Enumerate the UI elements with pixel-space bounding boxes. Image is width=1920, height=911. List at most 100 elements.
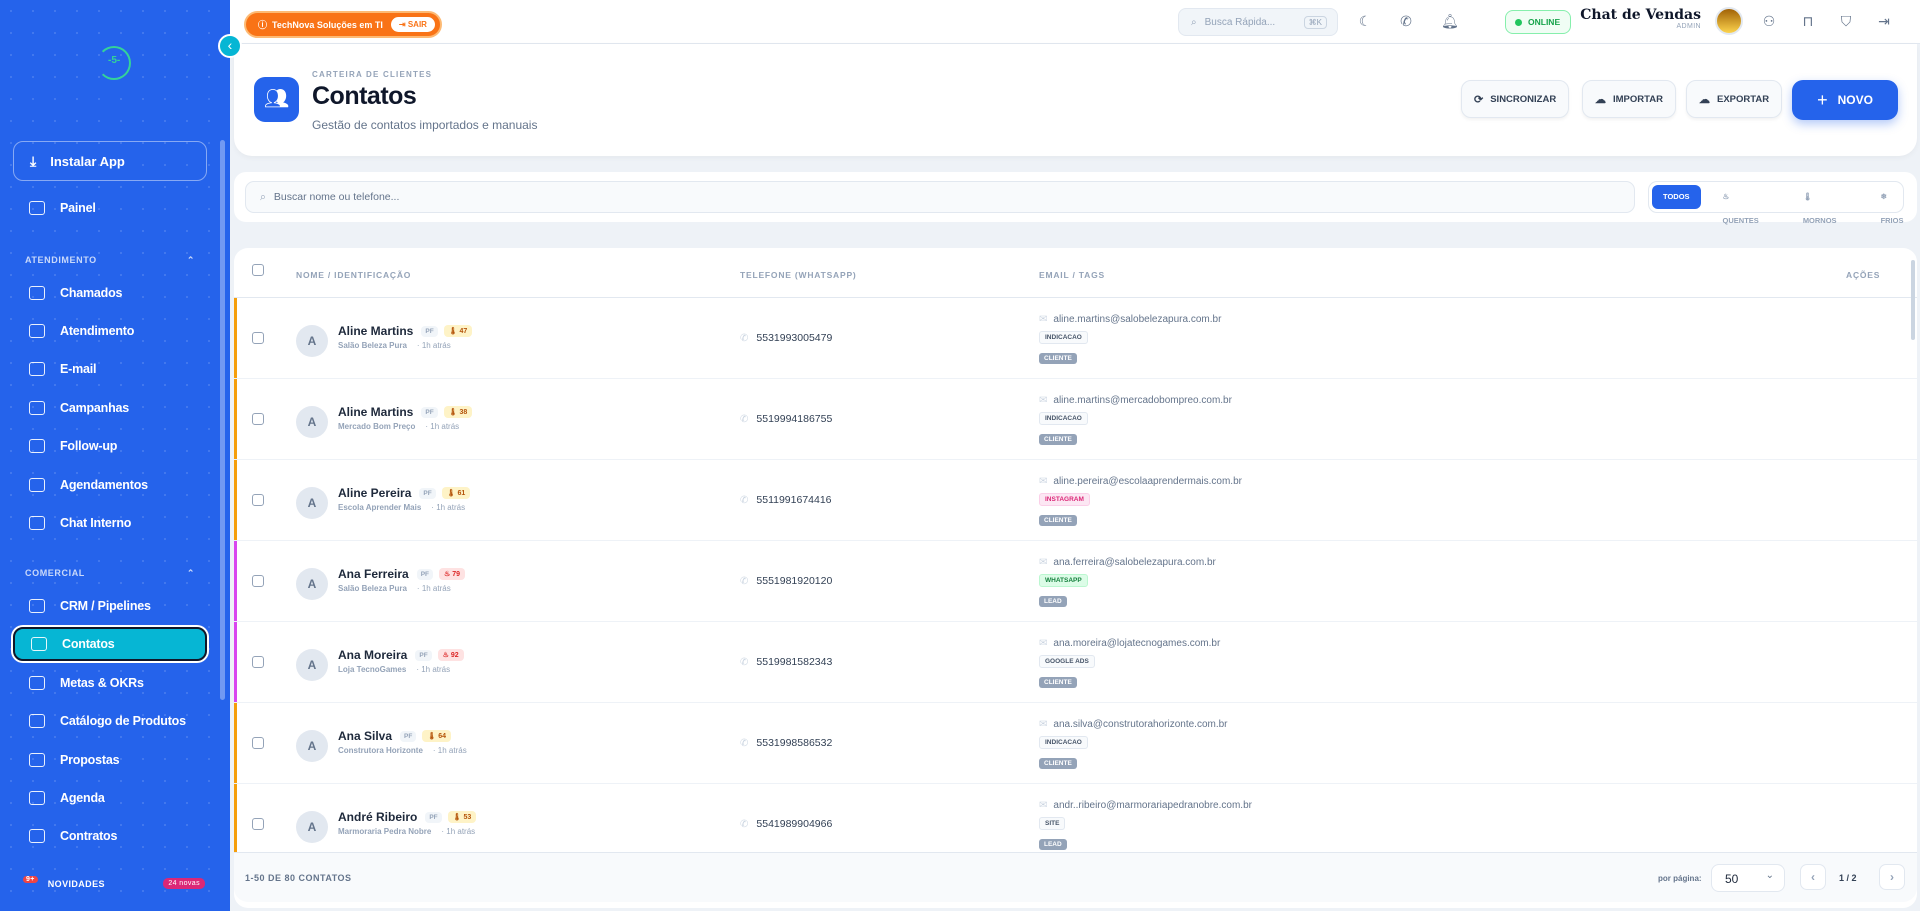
table-row[interactable]: A Aline Pereira PF 🌡︎ 61 Escola Aprender Mai… xyxy=(234,460,1917,541)
email-cell[interactable]: ✉ aline.martins@salobelezapura.com.br xyxy=(1039,314,1221,325)
shield-icon[interactable]: ⛉ xyxy=(1838,13,1854,29)
sidebar-item-atendimento[interactable]: Atendimento xyxy=(13,314,207,348)
filter-frios[interactable]: ❄ FRIOS xyxy=(1859,185,1920,225)
sidebar-item-chat-interno[interactable]: Chat Interno xyxy=(13,506,207,540)
status-badge[interactable]: ONLINE xyxy=(1505,10,1572,34)
logout-icon[interactable]: ⇥ xyxy=(1876,13,1892,29)
contact-name-group: Aline Martins PF 🌡︎ 38 xyxy=(338,405,473,419)
lock-icon[interactable]: ⊓ xyxy=(1800,13,1816,29)
filter-bar: ⌕ Buscar nome ou telefone... TODOS ♨ QUE… xyxy=(234,172,1920,225)
per-page-select[interactable]: 50 ⌄ xyxy=(1711,864,1785,892)
sidebar-item-chamados[interactable]: Chamados xyxy=(13,276,207,310)
mail-icon: ✉ xyxy=(1039,395,1048,406)
catalog-icon xyxy=(29,714,45,728)
user-settings-icon[interactable]: ⚇ xyxy=(1761,13,1777,29)
phone-icon: ✆ xyxy=(740,333,749,344)
exit-tenant-button[interactable]: ⇥ SAIR xyxy=(390,17,435,32)
row-checkbox[interactable] xyxy=(252,332,264,344)
last-activity: · 1h atrás xyxy=(416,665,451,674)
email-cell[interactable]: ✉ ana.silva@construtorahorizonte.com.br xyxy=(1039,719,1228,730)
last-activity: · 1h atrás xyxy=(432,746,467,755)
phone-cell[interactable]: ✆ 5531993005479 xyxy=(740,332,832,344)
export-button[interactable]: ☁ EXPORTAR xyxy=(1686,80,1783,118)
phone-cell[interactable]: ✆ 5519994186755 xyxy=(740,413,832,425)
sidebar-item-contatos[interactable]: Contatos xyxy=(13,627,207,661)
company-name: Construtora Horizonte xyxy=(338,746,423,755)
chevron-right-icon: › xyxy=(1890,870,1894,884)
quick-search-input[interactable]: ⌕ Busca Rápida... ⌘K xyxy=(1178,8,1338,36)
table-row[interactable]: A Ana Moreira PF ♨ 92 Loja TecnoGames · 1h at… xyxy=(234,622,1917,703)
sidebar-item-propostas[interactable]: Propostas xyxy=(13,743,207,777)
sidebar-item-catalogo[interactable]: Catálogo de Produtos xyxy=(13,704,207,738)
email-cell[interactable]: ✉ andr..ribeiro@marmorariapedranobre.com.… xyxy=(1039,800,1252,811)
avatar: A xyxy=(296,325,328,357)
sidebar-item-agenda[interactable]: Agenda xyxy=(13,781,207,815)
moon-icon[interactable]: ☾ xyxy=(1357,13,1373,29)
email-cell[interactable]: ✉ ana.moreira@lojatecnogames.com.br xyxy=(1039,638,1220,649)
email-cell[interactable]: ✉ aline.martins@mercadobompreo.com.br xyxy=(1039,395,1232,406)
next-page-button[interactable]: › xyxy=(1879,864,1905,890)
sidebar-item-crm-pipelines[interactable]: CRM / Pipelines xyxy=(13,589,207,623)
phone-cell[interactable]: ✆ 5519981582343 xyxy=(740,656,832,668)
filter-mornos[interactable]: 🌡︎ MORNOS xyxy=(1781,185,1859,225)
news-button[interactable]: 9+ NOVIDADES 24 novas xyxy=(23,876,205,889)
phone-icon[interactable]: ✆ xyxy=(1398,13,1414,29)
phone-cell[interactable]: ✆ 5511991674416 xyxy=(740,494,832,506)
table-row[interactable]: A Aline Martins PF 🌡︎ 38 Mercado Bom Preço · … xyxy=(234,379,1917,460)
contact-name[interactable]: Aline Martins xyxy=(338,405,413,419)
table-row[interactable]: A Aline Martins PF 🌡︎ 47 Salão Beleza Pura · … xyxy=(234,298,1917,379)
row-checkbox[interactable] xyxy=(252,737,264,749)
phone-number: 5511991674416 xyxy=(756,494,832,506)
row-checkbox[interactable] xyxy=(252,818,264,830)
contact-name[interactable]: Ana Ferreira xyxy=(338,567,409,581)
sidebar-scrollbar[interactable] xyxy=(220,140,225,700)
phone-cell[interactable]: ✆ 5541989904966 xyxy=(740,818,832,830)
contact-name[interactable]: Aline Martins xyxy=(338,324,413,338)
row-checkbox[interactable] xyxy=(252,494,264,506)
contact-name[interactable]: André Ribeiro xyxy=(338,810,417,824)
phone-cell[interactable]: ✆ 5531998586532 xyxy=(740,737,832,749)
section-comercial-toggle[interactable]: COMERCIAL ⌃ xyxy=(25,568,195,579)
table-row[interactable]: A Ana Ferreira PF ♨ 79 Salão Beleza Pura · 1h… xyxy=(234,541,1917,622)
section-atendimento-toggle[interactable]: ATENDIMENTO ⌃ xyxy=(25,255,195,266)
collapse-sidebar-button[interactable]: ‹ xyxy=(218,34,242,58)
sidebar-item-follow-up[interactable]: Follow-up xyxy=(13,429,207,463)
column-header-name[interactable]: NOME / IDENTIFICAÇÃO xyxy=(296,270,411,280)
phone-cell[interactable]: ✆ 5551981920120 xyxy=(740,575,832,587)
contact-name[interactable]: Ana Silva xyxy=(338,729,392,743)
email-address: andr..ribeiro@marmorariapedranobre.com.b… xyxy=(1053,800,1252,811)
filter-todos[interactable]: TODOS xyxy=(1652,185,1701,209)
status-label: ONLINE xyxy=(1528,17,1561,27)
sidebar-item-metas-okrs[interactable]: Metas & OKRs xyxy=(13,666,207,700)
contact-search-input[interactable]: ⌕ Buscar nome ou telefone... xyxy=(245,181,1635,213)
row-checkbox[interactable] xyxy=(252,575,264,587)
column-header-phone[interactable]: TELEFONE (WHATSAPP) xyxy=(740,270,857,280)
table-row[interactable]: A Ana Silva PF 🌡︎ 64 Construtora Horizonte · … xyxy=(234,703,1917,784)
shortcut-hint: ⌘K xyxy=(1303,15,1327,29)
import-button[interactable]: ☁ IMPORTAR xyxy=(1582,80,1676,118)
table-scrollbar[interactable] xyxy=(1911,260,1915,340)
contact-name[interactable]: Ana Moreira xyxy=(338,648,407,662)
lead-score-value: 38 xyxy=(459,409,468,416)
sidebar-item-agendamentos[interactable]: Agendamentos xyxy=(13,468,207,502)
sidebar-item-email[interactable]: E-mail xyxy=(13,352,207,386)
temperature-accent xyxy=(234,541,237,621)
sidebar: -5- ⤓ Instalar App Painel ATENDIMENTO ⌃ … xyxy=(0,0,230,911)
row-checkbox[interactable] xyxy=(252,656,264,668)
prev-page-button[interactable]: ‹ xyxy=(1800,864,1826,890)
new-contact-button[interactable]: + NOVO xyxy=(1792,80,1898,120)
user-avatar[interactable] xyxy=(1715,7,1743,35)
filter-quentes[interactable]: ♨ QUENTES xyxy=(1701,185,1781,225)
contact-name[interactable]: Aline Pereira xyxy=(338,486,411,500)
bell-icon[interactable]: 🔔︎ xyxy=(1441,13,1459,29)
select-all-checkbox[interactable] xyxy=(252,264,264,276)
logo-text: -5- xyxy=(108,55,121,66)
sidebar-item-contratos[interactable]: Contratos xyxy=(13,819,207,853)
sidebar-item-painel[interactable]: Painel xyxy=(13,191,207,225)
sync-button[interactable]: ⟳ SINCRONIZAR xyxy=(1461,80,1570,118)
row-checkbox[interactable] xyxy=(252,413,264,425)
email-cell[interactable]: ✉ ana.ferreira@salobelezapura.com.br xyxy=(1039,557,1216,568)
email-cell[interactable]: ✉ aline.pereira@escolaaprendermais.com.br xyxy=(1039,476,1242,487)
install-app-button[interactable]: ⤓ Instalar App xyxy=(13,141,207,181)
sidebar-item-campanhas[interactable]: Campanhas xyxy=(13,391,207,425)
